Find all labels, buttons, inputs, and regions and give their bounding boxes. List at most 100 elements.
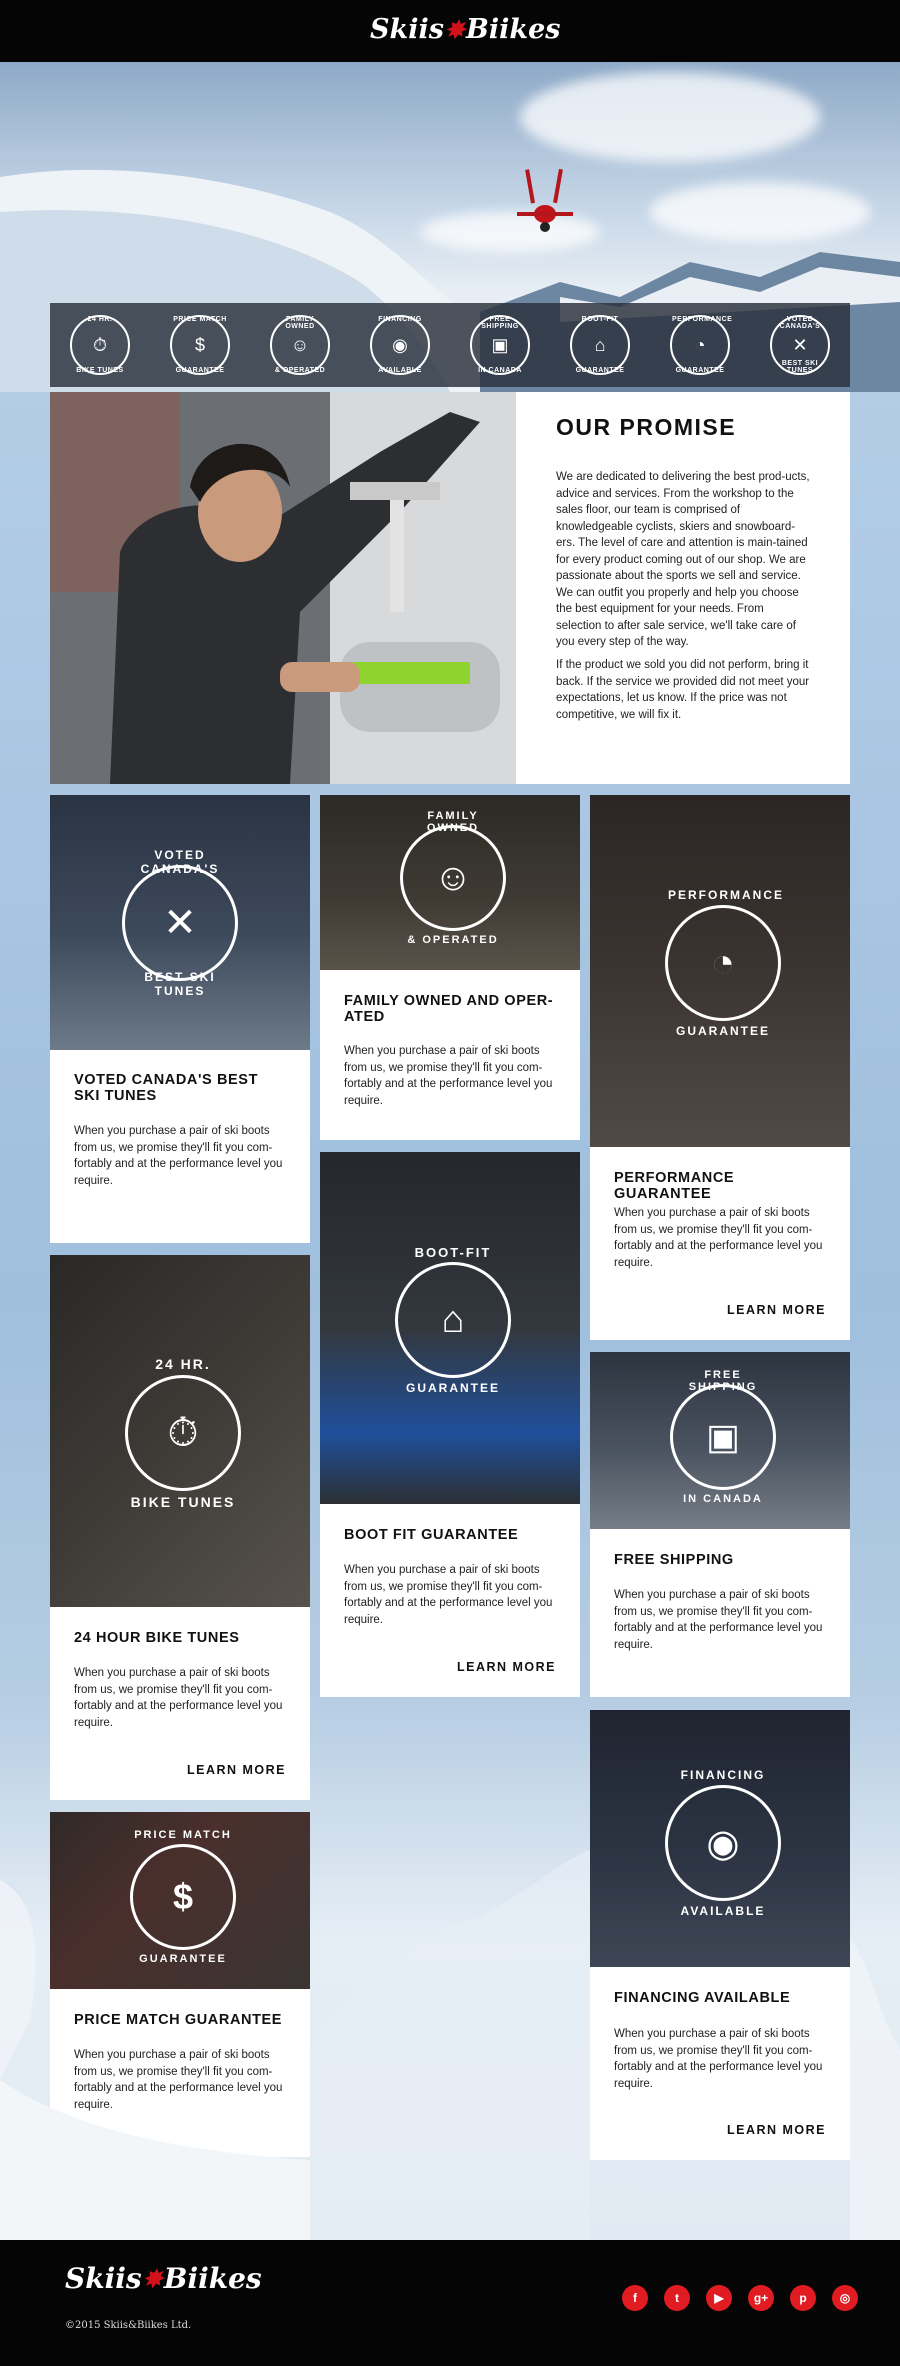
card-title: 24 HOUR BIKE TUNES [74,1630,240,1646]
card-title: PERFORMANCE GUARANTEE [614,1170,735,1202]
twitter-icon[interactable]: t [664,2285,690,2311]
card-price-match-guarantee: PRICE MATCH $ GUARANTEE PRICE MATCH GUAR… [50,1812,310,2157]
card-title: BOOT FIT GUARANTEE [344,1527,519,1543]
badge-top-text: VOTED CANADA'S [779,316,821,330]
badge-icon: ▣ [491,334,509,355]
badge-top-text: FREE SHIPPING [481,316,519,330]
card-image: BOOT-FIT ⌂ GUARANTEE [320,1152,580,1504]
badge-top-text: FAMILY OWNED [285,316,315,330]
stopwatch-icon: ⏱ [167,1410,199,1455]
card-title: FREE SHIPPING [614,1552,734,1568]
badge-bottom-text: IN CANADA [478,367,522,374]
instagram-icon[interactable]: ◎ [832,2285,858,2311]
badge-bottom-text: BIKE TUNES [76,367,124,374]
card-image: FINANCING ◉ AVAILABLE [590,1710,850,1967]
card-financing-available: FINANCING ◉ AVAILABLE FINANCING AVAILABL… [590,1710,850,2160]
badge-top-text: 24 HR. [87,316,113,323]
guarantee-badge[interactable]: PERFORMANCE ◔ GUARANTEE [670,315,733,375]
family-icon: ☺ [433,856,473,899]
learn-more-link[interactable]: LEARN MORE [457,1660,556,1674]
skier-figure [517,168,573,232]
card-title: PRICE MATCH GUARANTEE [74,2012,283,2028]
card-title: FINANCING AVAILABLE [614,1990,791,2006]
card-text: When you purchase a pair of ski boots fr… [614,2028,823,2090]
badge-bottom-text: GUARANTEE [175,367,225,374]
youtube-icon[interactable]: ▶ [706,2285,732,2311]
logo-text-left: Skiis [370,14,444,45]
pinterest-icon[interactable]: p [790,2285,816,2311]
google-plus-icon[interactable]: g+ [748,2285,774,2311]
copyright-text: ©2015 Skiis&Biikes Ltd. [65,2320,192,2331]
card-text: When you purchase a pair of ski boots fr… [74,1667,283,1729]
badge-icon: ✕ [792,334,808,355]
financing-emblem: FINANCING ◉ AVAILABLE [665,1768,781,1918]
price-match-emblem: PRICE MATCH $ GUARANTEE [130,1829,236,1965]
learn-more-link[interactable]: LEARN MORE [187,1763,286,1777]
boot-fit-emblem: BOOT-FIT ⌂ GUARANTEE [395,1245,511,1395]
boot-icon: ⌂ [441,1298,465,1341]
guarantee-badge[interactable]: FAMILY OWNED ☺ & OPERATED [270,315,330,375]
card-performance-guarantee: PERFORMANCE ◔ GUARANTEE PERFORMANCE GUAR… [590,795,850,1340]
performance-emblem: PERFORMANCE ◔ GUARANTEE [665,888,782,1038]
badge-top-text: PRICE MATCH [173,316,227,323]
boot-fitting-photo [50,392,516,784]
learn-more-link[interactable]: LEARN MORE [727,2123,826,2137]
badge-top-text: PERFORMANCE [672,316,733,323]
badge-bottom-text: GUARANTEE [575,367,625,374]
crossed-skis-icon: ✕ [163,901,197,945]
card-voted-best-ski-tunes: VOTED CANADA'S ✕ BEST SKI TUNES VOTED CA… [50,795,310,1243]
badge-icon: ◉ [392,334,408,355]
card-free-shipping: FREE SHIPPING ▣ IN CANADA FREE SHIPPING … [590,1352,850,1697]
card-text: When you purchase a pair of ski boots fr… [614,1207,823,1269]
promise-title: OUR PROMISE [556,414,737,440]
guarantee-badge[interactable]: 24 HR. ⏱ BIKE TUNES [70,315,130,375]
card-text: When you purchase a pair of ski boots fr… [344,1564,553,1626]
guarantee-badge[interactable]: BOOT-FIT ⌂ GUARANTEE [570,315,630,375]
badge-bottom-text: BEST SKI TUNES [781,360,819,374]
card-image: PRICE MATCH $ GUARANTEE [50,1812,310,1989]
card-text: When you purchase a pair of ski boots fr… [74,1125,283,1187]
promise-paragraph-2: If the product we sold you did not perfo… [556,659,810,721]
guarantee-badge[interactable]: VOTED CANADA'S ✕ BEST SKI TUNES [770,315,830,375]
top-bar: Skiis ✸ Biikes [0,0,900,62]
badge-icon: ⏱ [92,334,108,355]
promise-paragraph-1: We are dedicated to delivering the best … [556,471,810,648]
family-owned-emblem: FAMILY OWNED ☺ & OPERATED [400,810,506,946]
learn-more-link[interactable]: LEARN MORE [727,1303,826,1317]
card-image: PERFORMANCE ◔ GUARANTEE [590,795,850,1147]
maple-leaf-icon: ✸ [444,15,466,44]
our-promise-panel: OUR PROMISE We are dedicated to deliveri… [516,392,850,784]
logo-text-left: Skiis [65,2262,142,2295]
package-icon: ▣ [705,1416,740,1457]
badge-top-text: FINANCING [378,316,422,323]
card-text: When you purchase a pair of ski boots fr… [614,1589,823,1651]
free-shipping-emblem: FREE SHIPPING ▣ IN CANADA [670,1369,776,1505]
maple-leaf-icon: ✸ [142,2264,163,2293]
piggy-bank-icon: ◉ [706,1822,740,1865]
card-image: 24 HR. ⏱ BIKE TUNES [50,1255,310,1607]
badge-bottom-text: GUARANTEE [675,367,725,374]
logo-text-right: Biikes [466,14,561,45]
facebook-icon[interactable]: f [622,2285,648,2311]
badge-icon: $ [194,334,205,355]
guarantee-badge[interactable]: FREE SHIPPING ▣ IN CANADA [470,315,530,375]
logo-text-right: Biikes [163,2262,262,2295]
card-title: FAMILY OWNED AND OPER-ATED [344,993,554,1025]
gauge-icon: ◔ [710,940,736,985]
voted-canada-emblem: VOTED CANADA'S ✕ BEST SKI TUNES [122,848,238,998]
card-image: FREE SHIPPING ▣ IN CANADA [590,1352,850,1529]
guarantee-badge[interactable]: FINANCING ◉ AVAILABLE [370,315,430,375]
bike-tunes-emblem: 24 HR. ⏱ BIKE TUNES [125,1356,241,1510]
badge-icon: ☺ [290,334,310,355]
guarantee-badge-bar: 24 HR. ⏱ BIKE TUNES PRICE MATCH $ GUARANTEE FA… [50,303,850,387]
header-logo[interactable]: Skiis ✸ Biikes [370,14,560,45]
price-tag-icon: $ [172,1876,194,1917]
badge-top-text: BOOT-FIT [581,316,619,323]
card-text: When you purchase a pair of ski boots fr… [74,2049,283,2111]
card-family-owned: FAMILY OWNED ☺ & OPERATED FAMILY OWNED A… [320,795,580,1140]
badge-bottom-text: & OPERATED [274,367,326,374]
guarantee-badge[interactable]: PRICE MATCH $ GUARANTEE [170,315,230,375]
badge-icon: ◔ [694,334,706,355]
card-image: FAMILY OWNED ☺ & OPERATED [320,795,580,970]
footer-logo[interactable]: Skiis ✸ Biikes [65,2262,262,2295]
